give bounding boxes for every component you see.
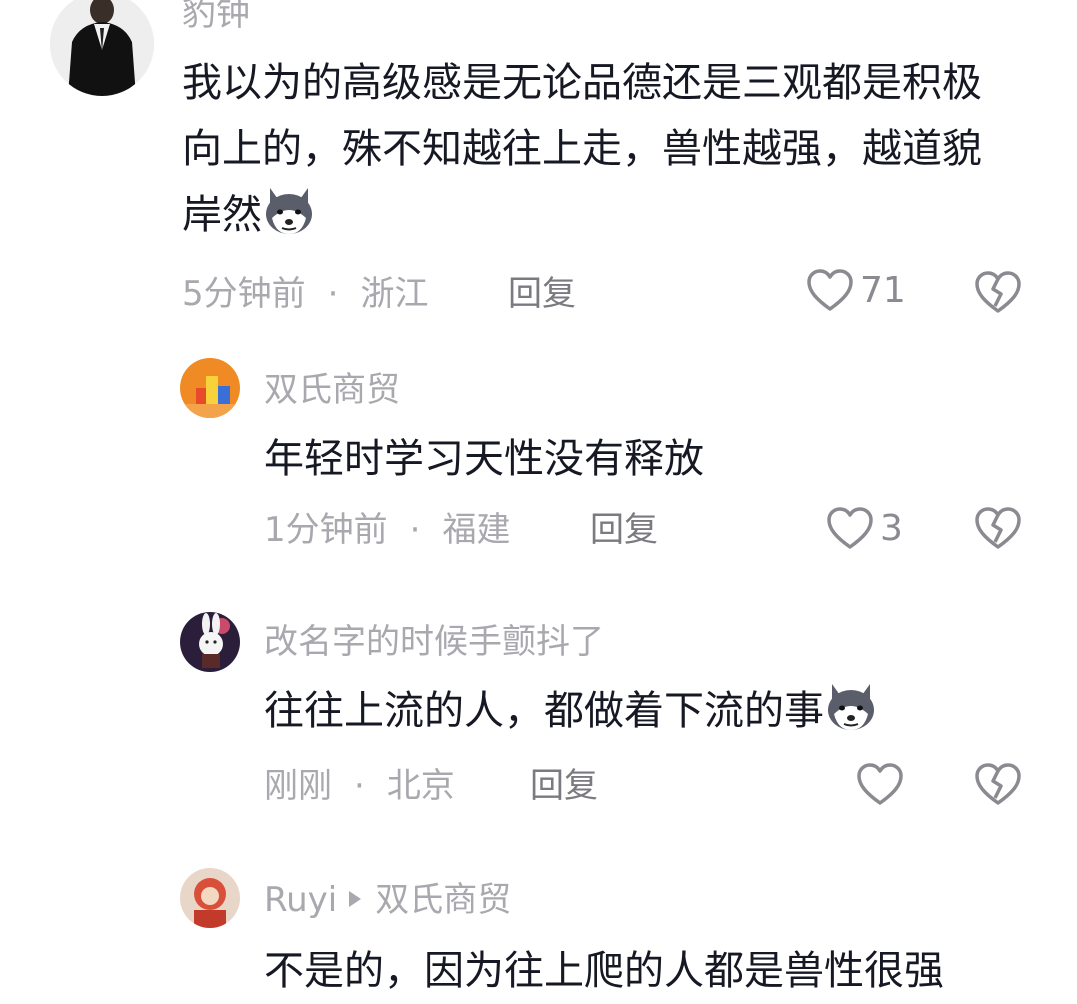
broken-heart-icon — [975, 271, 1021, 313]
comment-item: Ruyi 双氏商贸 不是的，因为往上爬的人都是兽性很强 — [0, 860, 1077, 994]
comment-text: 往往上流的人，都做着下流的事 — [264, 678, 1044, 744]
like-button[interactable]: 3 — [826, 506, 903, 550]
dislike-button[interactable] — [974, 506, 1022, 554]
comment-location: 福建 — [442, 510, 511, 550]
dislike-button[interactable] — [974, 270, 1022, 318]
comment-meta: 刚刚 · 北京 — [264, 766, 455, 806]
comment-username[interactable]: 豹钟 — [182, 0, 250, 34]
dislike-button[interactable] — [974, 762, 1022, 810]
like-count: 3 — [880, 507, 903, 549]
comment-meta: 1分钟前 · 福建 — [264, 510, 510, 550]
comment-time: 5分钟前 — [182, 274, 306, 314]
reply-button[interactable]: 回复 — [590, 510, 658, 550]
comment-text-body: 往往上流的人，都做着下流的事 — [264, 688, 824, 734]
avatar-image — [180, 612, 240, 672]
heart-icon — [807, 269, 853, 311]
comment-location: 北京 — [386, 766, 455, 806]
heart-icon — [857, 763, 903, 805]
comment-item: 改名字的时候手颤抖了 往往上流的人，都做着下流的事 刚刚 · 北京 回复 — [0, 598, 1077, 838]
husky-dog-emoji — [828, 684, 874, 730]
comment-item: 双氏商贸 年轻时学习天性没有释放 1分钟前 · 福建 回复 3 — [0, 340, 1077, 580]
avatar-image — [180, 868, 240, 928]
avatar[interactable] — [180, 868, 240, 928]
meta-separator: · — [327, 274, 339, 314]
avatar-image — [180, 358, 240, 418]
comment-time: 刚刚 — [264, 766, 332, 806]
meta-separator: · — [409, 510, 421, 550]
meta-separator: · — [354, 766, 365, 806]
comment-item: 豹钟 我以为的高级感是无论品德还是三观都是积极向上的，殊不知越往上走，兽性越强，… — [0, 0, 1077, 330]
comment-username: Ruyi 双氏商贸 — [264, 880, 511, 920]
comment-location: 浙江 — [360, 274, 429, 314]
avatar-image — [50, 0, 154, 96]
broken-heart-icon — [975, 763, 1021, 805]
like-count: 71 — [860, 269, 906, 311]
reply-arrow-icon — [349, 891, 362, 907]
like-button[interactable] — [856, 762, 910, 806]
reply-author[interactable]: Ruyi — [264, 880, 337, 920]
comment-username[interactable]: 改名字的时候手颤抖了 — [264, 622, 604, 662]
heart-icon — [827, 507, 873, 549]
comment-text: 我以为的高级感是无论品德还是三观都是积极向上的，殊不知越往上走，兽性越强，越道貌… — [182, 50, 1002, 248]
comment-time: 1分钟前 — [264, 510, 388, 550]
reply-button[interactable]: 回复 — [530, 766, 598, 806]
avatar[interactable] — [50, 0, 154, 96]
avatar[interactable] — [180, 612, 240, 672]
broken-heart-icon — [975, 507, 1021, 549]
reply-button[interactable]: 回复 — [508, 274, 576, 314]
comment-meta: 5分钟前 · 浙江 — [182, 274, 428, 314]
avatar[interactable] — [180, 358, 240, 418]
comment-username[interactable]: 双氏商贸 — [264, 370, 400, 410]
reply-target[interactable]: 双氏商贸 — [375, 880, 511, 920]
husky-dog-emoji — [266, 188, 312, 234]
like-button[interactable]: 71 — [806, 268, 906, 312]
comment-text: 年轻时学习天性没有释放 — [264, 436, 704, 482]
comment-text: 不是的，因为往上爬的人都是兽性很强 — [264, 948, 944, 994]
